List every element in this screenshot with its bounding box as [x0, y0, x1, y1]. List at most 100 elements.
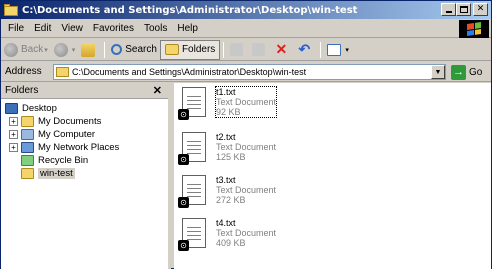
expand-button[interactable]: +	[9, 117, 18, 126]
minimize-icon	[445, 11, 452, 13]
folder-icon	[4, 4, 18, 16]
file-type: Text Document	[216, 142, 277, 152]
toolbar-separator	[104, 41, 106, 58]
folder-icon	[21, 116, 34, 127]
close-button[interactable]: ✕	[473, 3, 488, 16]
search-icon	[111, 44, 123, 55]
tree-item-my-network-places[interactable]: + My Network Places	[1, 141, 168, 154]
folders-button[interactable]: Folders	[159, 39, 221, 60]
folders-pane-close-button[interactable]: ✕	[153, 84, 162, 97]
desktop-icon	[5, 103, 18, 114]
expand-button[interactable]: +	[9, 143, 18, 152]
search-label: Search	[125, 44, 157, 55]
tree-item-recycle-bin[interactable]: Recycle Bin	[1, 154, 168, 167]
minimize-button[interactable]	[441, 3, 456, 16]
recycle-bin-icon	[21, 155, 34, 166]
folders-pane-title: Folders	[5, 85, 39, 96]
back-button[interactable]: Back ▾	[1, 40, 51, 60]
file-size: 409 KB	[216, 238, 246, 248]
file-list: ⊙ t1.txt Text Document 92 KB ⊙ t2.txt Te…	[174, 83, 491, 269]
file-name: t4.txt	[216, 218, 236, 228]
tree-item-label: My Documents	[38, 116, 102, 127]
maximize-button[interactable]	[456, 3, 471, 16]
file-type: Text Document	[216, 97, 277, 107]
address-bar: Address C:\Documents and Settings\Admini…	[1, 62, 491, 82]
address-input[interactable]: C:\Documents and Settings\Administrator\…	[53, 64, 446, 80]
file-type: Text Document	[216, 185, 277, 195]
file-name: t2.txt	[216, 132, 236, 142]
back-label: Back	[21, 44, 44, 55]
forward-button[interactable]: ▾	[51, 40, 79, 60]
chevron-down-icon: ▾	[71, 46, 76, 54]
file-item[interactable]: ⊙ t1.txt Text Document 92 KB	[178, 85, 378, 125]
address-label: Address	[5, 66, 42, 77]
menu-file[interactable]: File	[3, 23, 29, 34]
file-name: t3.txt	[216, 175, 236, 185]
windows-logo-icon	[459, 20, 489, 38]
caption-buttons: ✕	[441, 3, 488, 16]
file-size: 272 KB	[216, 195, 246, 205]
folder-tree: Desktop + My Documents + My Computer + M…	[1, 99, 168, 180]
maximize-icon	[459, 6, 468, 13]
file-name: t1.txt	[216, 87, 236, 97]
undo-button[interactable]: ↶	[294, 40, 317, 60]
file-size: 92 KB	[216, 107, 241, 117]
menu-favorites[interactable]: Favorites	[88, 23, 139, 34]
menu-edit[interactable]: Edit	[29, 23, 56, 34]
folders-label: Folders	[181, 44, 216, 55]
folders-pane: Folders ✕ Desktop + My Documents + My Co…	[1, 83, 171, 269]
menu-tools[interactable]: Tools	[139, 23, 172, 34]
go-arrow-icon: →	[451, 64, 466, 80]
computer-icon	[21, 129, 34, 140]
delete-button[interactable]: ✕	[271, 40, 294, 60]
folder-up-icon	[81, 42, 96, 57]
views-button[interactable]: ▾	[324, 40, 352, 60]
views-icon	[327, 43, 342, 56]
tree-item-my-documents[interactable]: + My Documents	[1, 115, 168, 128]
menu-view[interactable]: View	[56, 23, 88, 34]
tree-item-label: Desktop	[22, 103, 57, 114]
chevron-down-icon: ▾	[345, 46, 349, 54]
network-icon	[21, 142, 34, 153]
text-document-icon: ⊙	[178, 216, 210, 252]
text-document-icon: ⊙	[178, 130, 210, 166]
file-item[interactable]: ⊙ t4.txt Text Document 409 KB	[178, 216, 378, 256]
text-document-icon: ⊙	[178, 173, 210, 209]
tree-item-label: win-test	[38, 168, 75, 179]
tree-item-label: My Network Places	[38, 142, 120, 153]
copy-to-icon	[252, 43, 266, 56]
copy-to-button[interactable]	[249, 40, 271, 60]
folders-icon	[164, 44, 179, 55]
move-to-icon	[230, 43, 244, 56]
up-button[interactable]	[78, 40, 101, 60]
tree-item-win-test[interactable]: win-test	[1, 167, 168, 180]
expand-button[interactable]: +	[9, 130, 18, 139]
search-button[interactable]: Search	[108, 40, 160, 60]
close-icon: ✕	[476, 4, 485, 14]
tree-item-label: My Computer	[38, 129, 96, 140]
address-dropdown-button[interactable]: ▼	[431, 65, 445, 79]
folder-icon	[56, 67, 69, 77]
tree-item-my-computer[interactable]: + My Computer	[1, 128, 168, 141]
file-type: Text Document	[216, 228, 277, 238]
move-to-button[interactable]	[227, 40, 249, 60]
toolbar: Back ▾ ▾ Search Folders ✕ ↶ ▾	[1, 39, 491, 61]
tree-item-label: Recycle Bin	[38, 155, 89, 166]
text-document-icon: ⊙	[178, 85, 210, 121]
toolbar-separator	[223, 41, 225, 58]
forward-arrow-icon	[53, 42, 68, 57]
menu-help[interactable]: Help	[172, 23, 203, 34]
title-bar[interactable]: C:\Documents and Settings\Administrator\…	[1, 1, 491, 19]
file-item[interactable]: ⊙ t2.txt Text Document 125 KB	[178, 130, 378, 170]
chevron-down-icon: ▾	[44, 46, 48, 54]
address-value: C:\Documents and Settings\Administrator\…	[72, 67, 307, 77]
delete-x-icon: ✕	[275, 41, 288, 57]
window-title: C:\Documents and Settings\Administrator\…	[22, 4, 358, 16]
folders-pane-header: Folders ✕	[1, 83, 168, 99]
file-size: 125 KB	[216, 152, 246, 162]
file-item[interactable]: ⊙ t3.txt Text Document 272 KB	[178, 173, 378, 213]
go-button[interactable]: → Go	[451, 64, 482, 80]
undo-icon: ↶	[298, 41, 311, 57]
toolbar-separator	[320, 41, 322, 58]
tree-item-desktop[interactable]: Desktop	[1, 102, 168, 115]
